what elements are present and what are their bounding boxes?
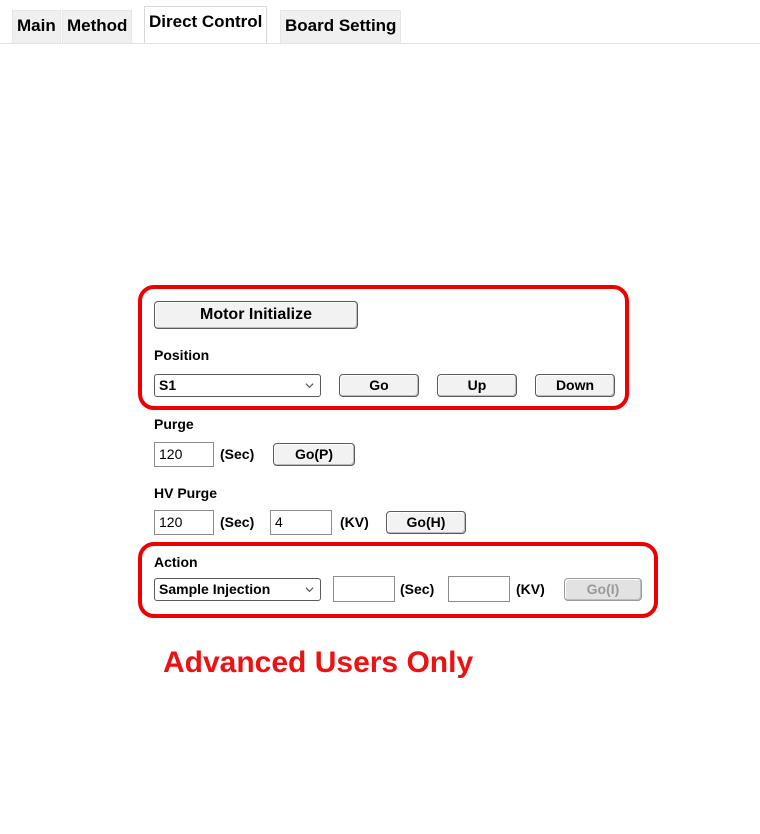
hv-purge-sec-unit: (Sec) (220, 514, 255, 530)
hv-purge-kv-unit: (KV) (340, 514, 369, 530)
purge-go-button[interactable]: Go(P) (273, 443, 355, 466)
highlight-motor-position (138, 285, 629, 410)
hv-purge-kv-field[interactable]: 4 (270, 510, 332, 535)
tab-method[interactable]: Method (62, 10, 133, 43)
tab-direct-control[interactable]: Direct Control (144, 6, 268, 43)
hv-purge-seconds-field[interactable]: 120 (154, 510, 214, 535)
purge-sec-unit: (Sec) (220, 446, 255, 462)
purge-seconds-field[interactable]: 120 (154, 442, 214, 467)
highlight-action (138, 542, 658, 618)
tab-bar: Main Method Direct Control Board Setting (0, 0, 760, 44)
hv-purge-label: HV Purge (154, 485, 218, 501)
purge-label: Purge (154, 416, 194, 432)
advanced-users-only-annotation: Advanced Users Only (163, 646, 474, 679)
tab-main[interactable]: Main (12, 10, 61, 43)
tab-board-setting[interactable]: Board Setting (280, 10, 402, 43)
hv-purge-go-button[interactable]: Go(H) (386, 511, 466, 534)
